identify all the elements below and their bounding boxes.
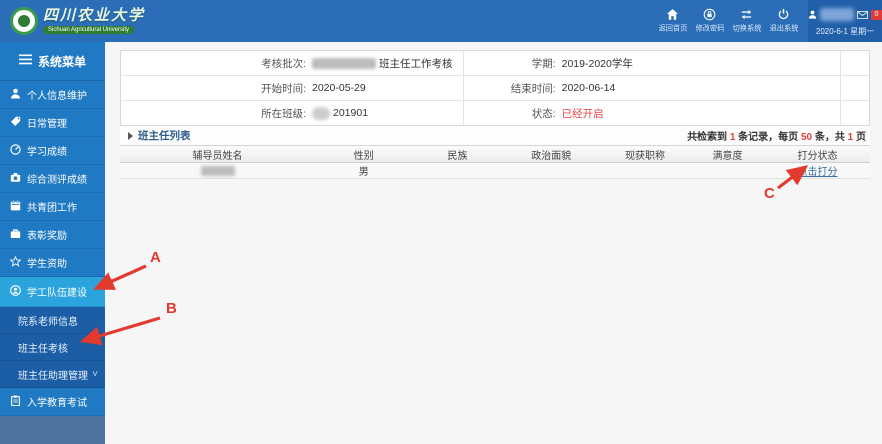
sidebar-subitem-head-teacher-assessment[interactable]: 班主任考核 (0, 334, 105, 361)
header-title: 现获职称 (625, 150, 665, 162)
header-ethnicity: 民族 (447, 150, 468, 162)
sidebar-item-staff-team-building[interactable]: 学工队伍建设 (0, 277, 105, 307)
clipboard-icon (10, 395, 21, 409)
change-password-label: 修改密码 (695, 24, 724, 33)
user-info-box[interactable]: 0 2020-6-1 星期一 (808, 0, 882, 42)
cell-ethnicity (413, 163, 503, 178)
team-icon (10, 284, 21, 299)
header-gender: 性别 (353, 150, 374, 162)
sidebar-subitem-assistant-management[interactable]: 班主任助理管理 ˅ (0, 361, 105, 388)
form-row-dates: 开始时间: 2020-05-29 结束时间: 2020-06-14 (121, 76, 869, 101)
term-value: 2019-2020学年 (561, 57, 633, 70)
calendar-icon (10, 199, 21, 214)
user-icon (808, 6, 817, 24)
header-satisfaction: 满意度 (712, 150, 743, 162)
camera-icon (10, 172, 21, 186)
list-section-bar: 班主任列表 共检索到 1 条记录，每页 50 条，共 1 页 (120, 126, 870, 146)
pagination-summary: 共检索到 1 条记录，每页 50 条，共 1 页 (687, 132, 866, 143)
end-time-value: 2020-06-14 (561, 82, 616, 94)
header-score-status: 打分状态 (797, 150, 838, 162)
home-icon (666, 8, 679, 21)
sidebar-item-youth-league[interactable]: 共青团工作 (0, 193, 105, 221)
main-content: 考核批次: 班主任工作考核 学期: 2019-2020学年 开始时间: 2020… (105, 42, 882, 444)
sidebar-filler (0, 416, 105, 444)
university-name-cn: 四川农业大学 (43, 7, 146, 24)
start-time-value: 2020-05-29 (312, 82, 366, 94)
head-teacher-table: 辅导员姓名 性别 民族 政治面貌 现获职称 满意度 打分状态 男 点击打分 (120, 146, 870, 179)
switch-system-label: 切换系统 (732, 24, 761, 33)
logout-button[interactable]: 退出系统 (765, 8, 802, 34)
batch-label: 考核批次: (261, 57, 306, 70)
cell-title (600, 163, 690, 178)
top-header: 四川农业大学 Sichuan Agricultural University 返… (0, 0, 882, 42)
form-row-batch-term: 考核批次: 班主任工作考核 学期: 2019-2020学年 (121, 51, 869, 76)
power-icon (777, 8, 790, 21)
sidebar-menu: 系统菜单 个人信息维护 日常管理 学习成绩 综合测评成绩 共青团工作 表彰奖励 (0, 42, 105, 444)
sidebar-subitem-faculty-teacher-info[interactable]: 院系老师信息 (0, 307, 105, 334)
tag-icon (10, 116, 21, 130)
status-label: 状态: (531, 107, 556, 120)
briefcase-icon (10, 228, 21, 242)
form-row-class-status: 所在班级: 201901 状态: 已经开启 (121, 101, 869, 125)
sidebar-item-daily-management[interactable]: 日常管理 (0, 109, 105, 137)
university-logo: 四川农业大学 Sichuan Agricultural University (0, 7, 145, 35)
list-section-title: 班主任列表 (138, 130, 191, 142)
sidebar-item-study-scores[interactable]: 学习成绩 (0, 137, 105, 165)
chevron-down-icon: ˅ (92, 368, 98, 380)
switch-system-button[interactable]: 切换系统 (728, 8, 765, 34)
end-time-label: 结束时间: (510, 82, 556, 95)
redacted-batch-prefix (312, 57, 376, 69)
click-to-score-link[interactable]: 点击打分 (798, 163, 838, 178)
cell-political-status (503, 163, 601, 178)
star-icon (9, 255, 22, 270)
redacted-username (819, 8, 854, 21)
home-button[interactable]: 返回首页 (654, 8, 691, 34)
cell-gender: 男 (358, 167, 369, 178)
table-header-row: 辅导员姓名 性别 民族 政治面貌 现获职称 满意度 打分状态 (120, 146, 870, 163)
sidebar-item-personal-info[interactable]: 个人信息维护 (0, 81, 105, 109)
redacted-counselor-name (200, 165, 235, 176)
cell-satisfaction (690, 163, 765, 178)
current-date: 2020-6-1 星期一 (815, 26, 875, 36)
assessment-info-form: 考核批次: 班主任工作考核 学期: 2019-2020学年 开始时间: 2020… (120, 50, 870, 126)
person-icon (10, 88, 21, 102)
table-row[interactable]: 男 点击打分 (120, 163, 870, 179)
change-password-button[interactable]: 修改密码 (691, 8, 728, 34)
class-value: 201901 (333, 107, 369, 119)
lock-icon (703, 8, 716, 21)
header-political-status: 政治面貌 (531, 150, 572, 162)
mail-badge: 0 (870, 9, 882, 20)
batch-value: 班主任工作考核 (379, 57, 453, 70)
class-label: 所在班级: (261, 107, 306, 120)
triangle-icon[interactable] (128, 131, 133, 140)
start-time-label: 开始时间: (261, 82, 306, 95)
header-counselor-name: 辅导员姓名 (192, 150, 243, 162)
home-label: 返回首页 (658, 24, 687, 33)
sidebar-item-student-aid[interactable]: 学生资助 (0, 249, 105, 277)
logout-label: 退出系统 (769, 24, 798, 33)
sidebar-item-entrance-education-exam[interactable]: 入学教育考试 (0, 388, 105, 416)
switch-icon (740, 8, 753, 21)
university-name-en: Sichuan Agricultural University (43, 25, 135, 34)
sidebar-item-awards[interactable]: 表彰奖励 (0, 221, 105, 249)
mail-icon[interactable] (856, 6, 868, 24)
app-window: 四川农业大学 Sichuan Agricultural University 返… (0, 0, 882, 444)
sidebar-item-evaluation-scores[interactable]: 综合测评成绩 (0, 165, 105, 193)
redacted-class-prefix (312, 106, 330, 120)
top-nav: 返回首页 修改密码 切换系统 退出系统 0 2020-6-1 星期一 (654, 0, 882, 42)
menu-list-icon (18, 54, 32, 68)
sidebar-title: 系统菜单 (0, 42, 105, 81)
university-emblem-icon (10, 7, 38, 35)
gauge-icon (10, 143, 21, 158)
status-value: 已经开启 (561, 107, 604, 120)
term-label: 学期: (531, 57, 556, 70)
